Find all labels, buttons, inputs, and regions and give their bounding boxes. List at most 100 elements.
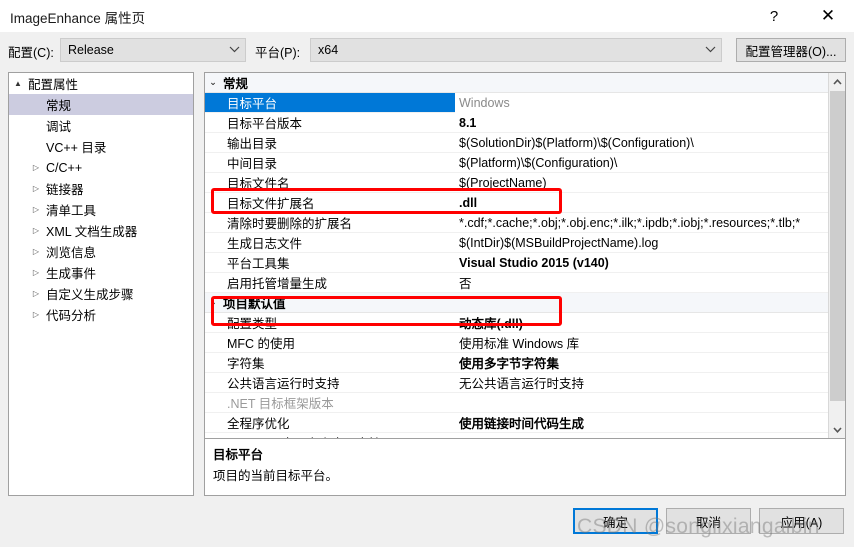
property-group-label: 项目默认值 (223, 297, 286, 311)
property-group-header[interactable]: ⌄ 常规 (205, 73, 829, 93)
property-value[interactable]: 动态库(.dll) (455, 313, 829, 332)
property-name: 全程序优化 (227, 417, 290, 431)
property-tree-panel[interactable]: ▲ 配置属性 常规 调试 VC++ 目录 ▷ C/C++ ▷ 链接器 ▷ 清单工具 ▷ XML 文档生成… (8, 72, 194, 496)
window-title: ImageEnhance 属性页 (10, 11, 146, 26)
apply-button[interactable]: 应用(A) (759, 508, 844, 534)
tree-item-11[interactable]: ▷ 代码分析 (9, 304, 193, 325)
property-value[interactable]: 8.1 (455, 116, 829, 130)
tree-item-label: 清单工具 (46, 204, 97, 218)
tree-item-6[interactable]: ▷ 清单工具 (9, 199, 193, 220)
property-name: 目标平台 (227, 97, 278, 111)
expander-expanded-icon[interactable]: ▲ (9, 79, 27, 88)
help-icon[interactable]: ? (752, 0, 796, 32)
ok-button[interactable]: 确定 (573, 508, 658, 534)
property-grid-panel[interactable]: ⌄ 常规 目标平台 Windows 目标平台版本 8.1 输出目录 $(SolutionDir… (204, 72, 846, 496)
description-pane: 目标平台 项目的当前目标平台。 (205, 438, 845, 495)
tree-item-label: XML 文档生成器 (46, 225, 138, 239)
chevron-down-icon[interactable]: ⌄ (205, 298, 221, 307)
close-icon[interactable]: ✕ (806, 0, 850, 32)
property-name: 公共语言运行时支持 (227, 377, 340, 391)
property-value[interactable]: 否 (455, 273, 829, 292)
configuration-value: Release (68, 43, 114, 57)
property-row[interactable]: 输出目录 $(SolutionDir)$(Platform)\$(Configur… (205, 133, 829, 153)
property-name: 目标文件名 (227, 177, 290, 191)
tree-item-label: 链接器 (46, 183, 84, 197)
property-value[interactable]: *.cdf;*.cache;*.obj;*.obj.enc;*.ilk;*.ip… (455, 216, 829, 230)
scroll-up-icon[interactable] (829, 73, 845, 90)
property-grid-scrollbar[interactable] (828, 73, 845, 438)
platform-value: x64 (318, 43, 339, 57)
property-row[interactable]: 启用托管增量生成 否 (205, 273, 829, 293)
tree-item-8[interactable]: ▷ 浏览信息 (9, 241, 193, 262)
tree-item-10[interactable]: ▷ 自定义生成步骤 (9, 283, 193, 304)
property-value[interactable]: 使用多字节字符集 (455, 353, 829, 372)
configuration-dropdown[interactable]: Release (60, 38, 246, 62)
property-row[interactable]: 公共语言运行时支持 无公共语言运行时支持 (205, 373, 829, 393)
property-name: 启用托管增量生成 (227, 277, 328, 291)
property-row[interactable]: 平台工具集 Visual Studio 2015 (v140) (205, 253, 829, 273)
property-group-header[interactable]: ⌄ 项目默认值 (205, 293, 829, 313)
tree-item-3[interactable]: VC++ 目录 (9, 136, 193, 157)
property-name: 字符集 (227, 357, 265, 371)
property-value[interactable]: 使用链接时间代码生成 (455, 413, 829, 432)
description-body: 项目的当前目标平台。 (213, 469, 339, 483)
scroll-down-icon[interactable] (829, 421, 845, 438)
expander-collapsed-icon[interactable]: ▷ (27, 268, 45, 277)
scrollbar-thumb[interactable] (830, 91, 845, 401)
tree-item-5[interactable]: ▷ 链接器 (9, 178, 193, 199)
tree-item-2[interactable]: 调试 (9, 115, 193, 136)
property-row[interactable]: 字符集 使用多字节字符集 (205, 353, 829, 373)
expander-collapsed-icon[interactable]: ▷ (27, 247, 45, 256)
tree-item-label: 常规 (46, 99, 72, 113)
expander-collapsed-icon[interactable]: ▷ (27, 226, 45, 235)
expander-collapsed-icon[interactable]: ▷ (27, 289, 45, 298)
property-name: 生成日志文件 (227, 237, 303, 251)
tree-item-7[interactable]: ▷ XML 文档生成器 (9, 220, 193, 241)
property-row[interactable]: 全程序优化 使用链接时间代码生成 (205, 413, 829, 433)
tree-item-label: 生成事件 (46, 267, 97, 281)
expander-collapsed-icon[interactable]: ▷ (27, 205, 45, 214)
property-value[interactable]: 无公共语言运行时支持 (455, 373, 829, 392)
property-group-label: 常规 (223, 77, 249, 91)
chevron-down-icon (223, 46, 245, 55)
tree-item-9[interactable]: ▷ 生成事件 (9, 262, 193, 283)
property-name: 清除时要删除的扩展名 (227, 217, 353, 231)
tree-item-4[interactable]: ▷ C/C++ (9, 157, 193, 178)
expander-collapsed-icon[interactable]: ▷ (27, 184, 45, 193)
tree-item-label: 调试 (46, 120, 72, 134)
property-row[interactable]: 生成日志文件 $(IntDir)$(MSBuildProjectName).log (205, 233, 829, 253)
property-row[interactable]: 中间目录 $(Platform)\$(Configuration)\ (205, 153, 829, 173)
property-row[interactable]: 配置类型 动态库(.dll) (205, 313, 829, 333)
property-row[interactable]: 目标文件名 $(ProjectName) (205, 173, 829, 193)
property-name: 配置类型 (227, 317, 278, 331)
property-grid: ⌄ 常规 目标平台 Windows 目标平台版本 8.1 输出目录 $(SolutionDir… (205, 73, 829, 438)
property-name: 平台工具集 (227, 257, 290, 271)
expander-collapsed-icon[interactable]: ▷ (27, 310, 45, 319)
tree-item-label: 代码分析 (46, 309, 97, 323)
chevron-down-glyph (229, 46, 239, 52)
chevron-down-icon[interactable]: ⌄ (205, 78, 221, 87)
property-name: .NET 目标框架版本 (227, 397, 334, 411)
property-row[interactable]: MFC 的使用 使用标准 Windows 库 (205, 333, 829, 353)
property-row[interactable]: 目标文件扩展名 .dll (205, 193, 829, 213)
property-value[interactable]: $(ProjectName) (455, 176, 829, 190)
property-value[interactable]: Visual Studio 2015 (v140) (455, 256, 829, 270)
tree-item-1[interactable]: 常规 (9, 94, 193, 115)
tree-item-label: 浏览信息 (46, 246, 97, 260)
property-value[interactable]: .dll (455, 196, 829, 210)
property-value[interactable]: 使用标准 Windows 库 (455, 333, 829, 352)
platform-dropdown[interactable]: x64 (310, 38, 722, 62)
property-row[interactable]: .NET 目标框架版本 (205, 393, 829, 413)
property-value[interactable]: $(SolutionDir)$(Platform)\$(Configuratio… (455, 136, 829, 150)
property-value[interactable]: $(IntDir)$(MSBuildProjectName).log (455, 236, 829, 250)
cancel-button[interactable]: 取消 (666, 508, 751, 534)
property-row[interactable]: 目标平台版本 8.1 (205, 113, 829, 133)
property-row[interactable]: 清除时要删除的扩展名 *.cdf;*.cache;*.obj;*.obj.enc;… (205, 213, 829, 233)
property-row[interactable]: 目标平台 Windows (205, 92, 829, 113)
property-value[interactable]: $(Platform)\$(Configuration)\ (455, 156, 829, 170)
property-name: MFC 的使用 (227, 337, 296, 351)
configuration-manager-button[interactable]: 配置管理器(O)... (736, 38, 846, 62)
property-value[interactable]: Windows (455, 92, 829, 113)
expander-collapsed-icon[interactable]: ▷ (27, 163, 45, 172)
tree-item-0[interactable]: ▲ 配置属性 (9, 73, 193, 94)
